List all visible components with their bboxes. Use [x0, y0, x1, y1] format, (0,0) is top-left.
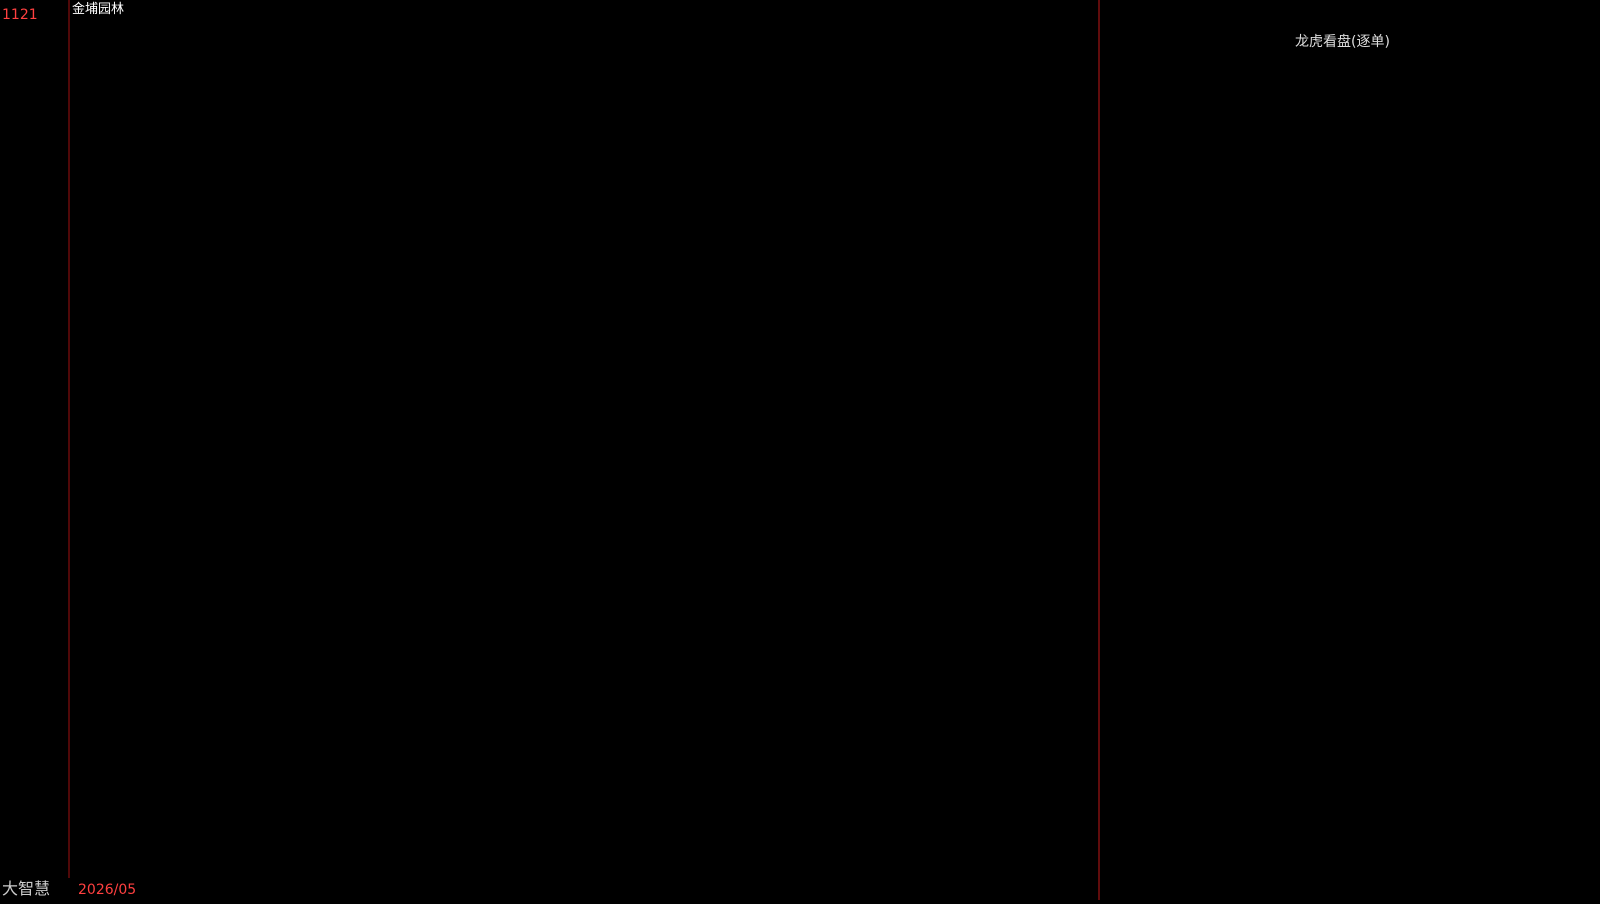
- stock-name: 金埔园林: [72, 1, 124, 17]
- brand-logo-text: 大智慧: [2, 879, 50, 898]
- x-tick-label: 2026/05: [78, 882, 136, 898]
- dragon-title: 龙虎看盘(逐单): [1295, 33, 1390, 50]
- stock-chart-screen: 金埔园林 1121 大智慧 2026/05 龙虎看盘(逐单): [0, 0, 1600, 900]
- main-y-tick: 1121: [2, 7, 38, 23]
- background: [0, 0, 1600, 900]
